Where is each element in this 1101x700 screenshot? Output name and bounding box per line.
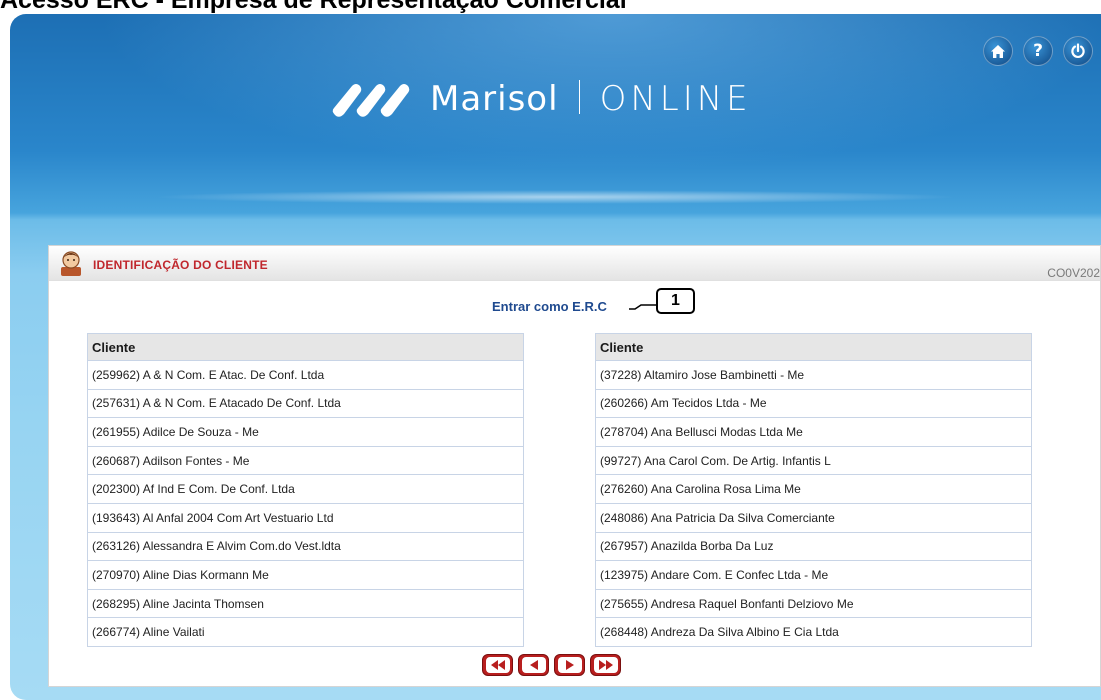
enter-as-erc-link[interactable]: Entrar como E.R.C [492,299,607,314]
table-row[interactable]: (260687) Adilson Fontes - Me [87,445,524,476]
table-row[interactable]: (248086) Ana Patricia Da Silva Comercian… [595,502,1032,533]
previous-page-button[interactable] [518,654,549,676]
table-row[interactable]: (266774) Aline Vailati [87,617,524,647]
brand-suffix: ONLINE [599,79,752,119]
screen-code: CO0V202 [1047,266,1100,280]
table-row[interactable]: (276260) Ana Carolina Rosa Lima Me [595,474,1032,504]
top-toolbar: ? [983,36,1101,66]
last-page-icon [598,660,613,670]
next-page-button[interactable] [554,654,585,676]
panel-title: IDENTIFICAÇÃO DO CLIENTE [93,258,268,272]
callout-badge: 1 [656,288,695,314]
pagination [482,654,621,676]
client-id-icon [61,251,81,276]
first-page-icon [490,660,505,670]
table-row[interactable]: (261955) Adilce De Souza - Me [87,417,524,447]
brand-name: Marisol [430,79,559,119]
column-header-cliente: Cliente [595,333,1032,361]
client-identification-panel: IDENTIFICAÇÃO DO CLIENTE CO0V202 Entrar … [48,245,1101,687]
next-page-icon [565,660,574,670]
header-glow [150,190,961,204]
client-table-right: Cliente (37228) Altamiro Jose Bambinetti… [595,333,1032,647]
table-row[interactable]: (202300) Af Ind E Com. De Conf. Ltda [87,474,524,504]
table-row[interactable]: (263126) Alessandra E Alvim Com.do Vest.… [87,531,524,562]
table-row[interactable]: (37228) Altamiro Jose Bambinetti - Me [595,360,1032,390]
app-frame: ? Marisol ONLINE IDENTIFICAÇÃO DO CLIENTE… [10,14,1101,700]
table-row[interactable]: (99727) Ana Carol Com. De Artig. Infanti… [595,445,1032,476]
brand-divider [578,80,580,114]
power-icon[interactable] [1063,36,1093,66]
table-row[interactable]: (193643) Al Anfal 2004 Com Art Vestuario… [87,502,524,533]
table-row[interactable]: (278704) Ana Bellusci Modas Ltda Me [595,417,1032,447]
client-table-left: Cliente (259962) A & N Com. E Atac. De C… [87,333,524,647]
column-header-cliente: Cliente [87,333,524,361]
table-row[interactable]: (123975) Andare Com. E Confec Ltda - Me [595,560,1032,590]
page-heading: Acesso ERC - Empresa de Representação Co… [0,0,627,14]
last-page-button[interactable] [590,654,621,676]
table-row[interactable]: (270970) Aline Dias Kormann Me [87,560,524,590]
help-icon[interactable]: ? [1023,36,1053,66]
previous-page-icon [529,660,538,670]
table-row[interactable]: (259962) A & N Com. E Atac. De Conf. Ltd… [87,360,524,390]
callout-pointer [629,304,657,310]
first-page-button[interactable] [482,654,513,676]
marisol-logo-icon [332,84,410,117]
home-icon[interactable] [983,36,1013,66]
table-row[interactable]: (268448) Andreza Da Silva Albino E Cia L… [595,617,1032,647]
table-row[interactable]: (257631) A & N Com. E Atacado De Conf. L… [87,388,524,419]
table-row[interactable]: (267957) Anazilda Borba Da Luz [595,531,1032,562]
table-row[interactable]: (268295) Aline Jacinta Thomsen [87,588,524,619]
brand-logo: Marisol ONLINE [330,78,752,120]
table-row[interactable]: (275655) Andresa Raquel Bonfanti Delziov… [595,588,1032,619]
panel-header: IDENTIFICAÇÃO DO CLIENTE CO0V202 [49,246,1100,281]
table-row[interactable]: (260266) Am Tecidos Ltda - Me [595,388,1032,419]
brand-wordmark: Marisol ONLINE [430,79,752,119]
